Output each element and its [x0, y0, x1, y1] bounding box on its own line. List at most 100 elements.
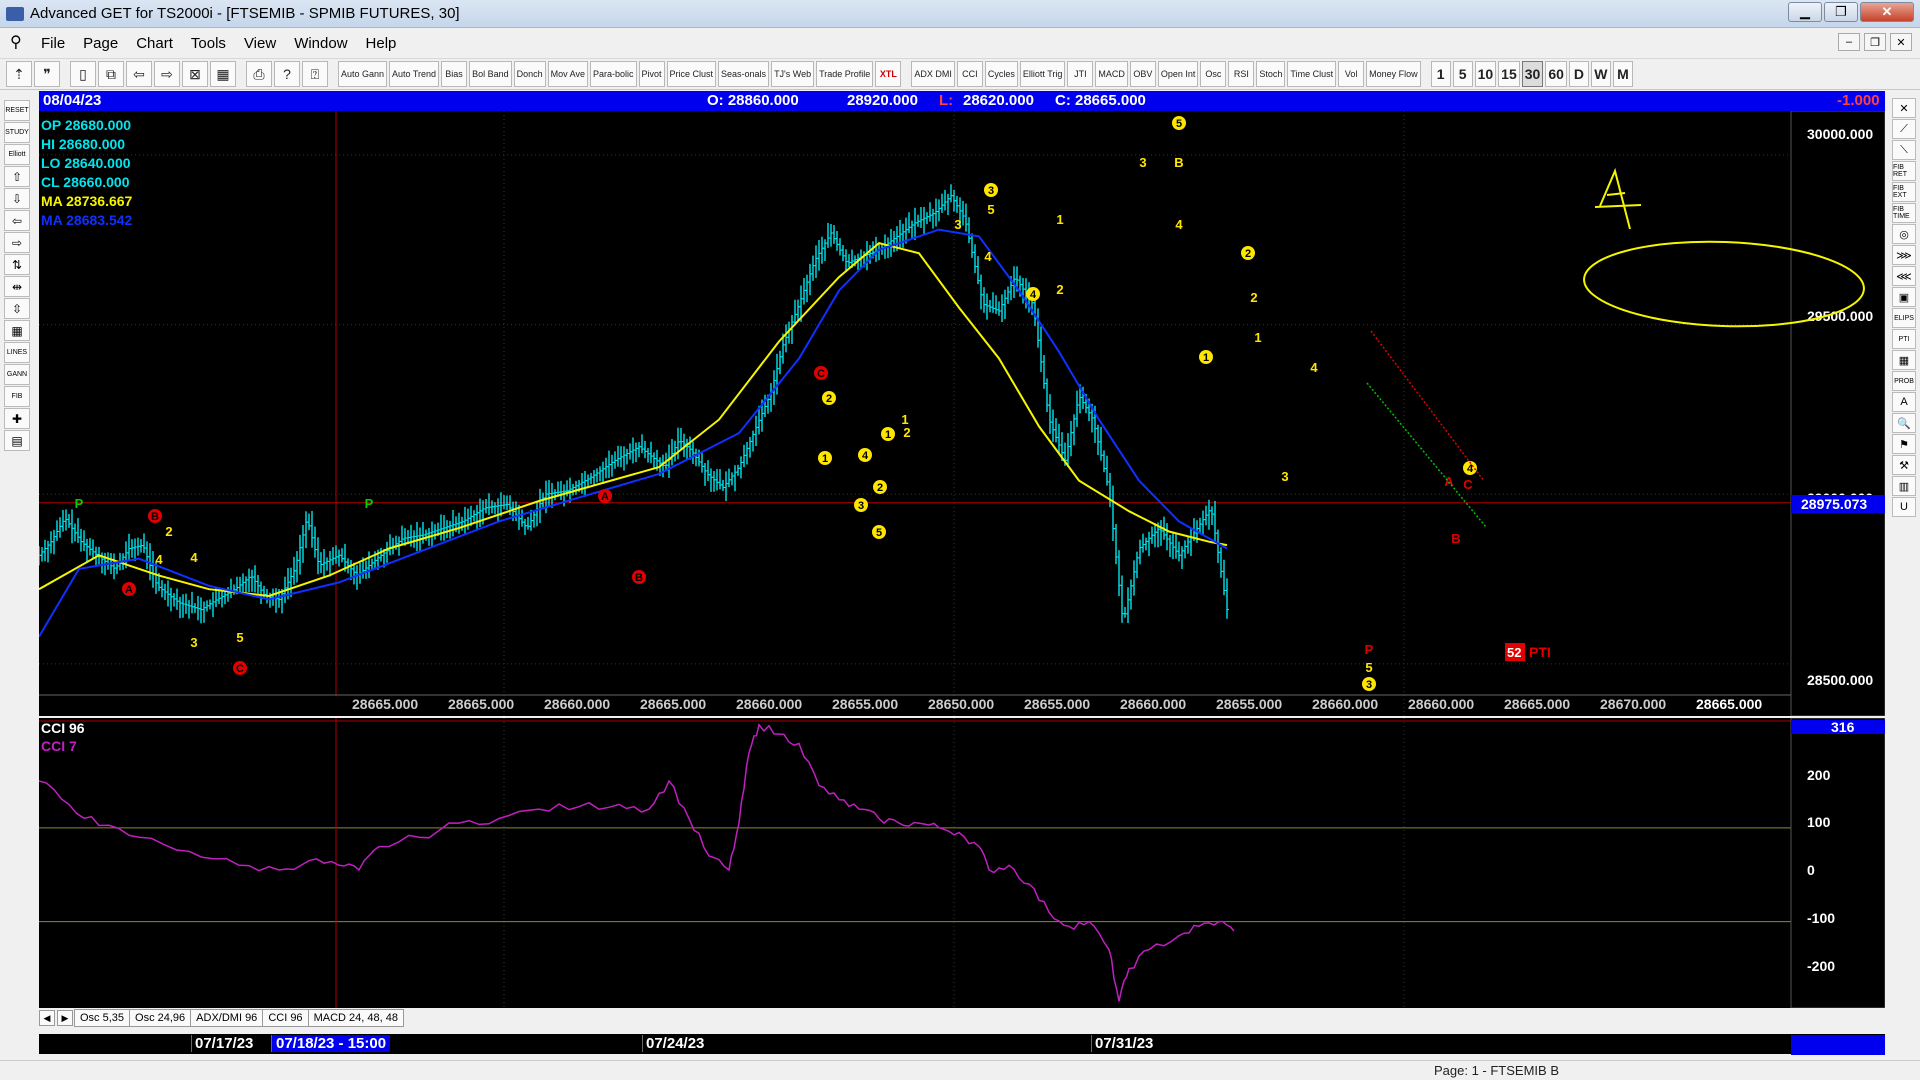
cci-panel[interactable]: CCI 96 CCI 7 316 200 100 0 -100 -200 — [39, 718, 1885, 1008]
period-1[interactable]: 1 — [1430, 61, 1451, 87]
tab-next-arrow-icon[interactable]: ▶ — [57, 1010, 73, 1026]
tab-adx-dmi[interactable]: ADX/DMI 96 — [190, 1009, 264, 1027]
right-tool-12[interactable]: ▦ — [1892, 350, 1916, 370]
study-bol-band[interactable]: Bol Band — [469, 61, 512, 87]
study-bias[interactable]: Bias — [441, 61, 468, 87]
left-tool-13[interactable]: FIB — [4, 386, 30, 407]
right-tool-1[interactable]: ⟋ — [1892, 119, 1916, 139]
osc-cycles[interactable]: Cycles — [984, 61, 1018, 87]
mdi-close-button[interactable]: ✕ — [1890, 33, 1912, 51]
osc-time-clust[interactable]: Time Clust — [1287, 61, 1337, 87]
tab-prev-arrow-icon[interactable]: ◀ — [39, 1010, 55, 1026]
back-icon[interactable]: ⇦ — [126, 61, 152, 87]
menu-chart[interactable]: Chart — [127, 35, 182, 52]
left-tool-8[interactable]: ⇹ — [4, 276, 30, 297]
osc-cci[interactable]: CCI — [956, 61, 983, 87]
left-tool-4[interactable]: ⇩ — [4, 188, 30, 209]
right-tool-9[interactable]: ▣ — [1892, 287, 1916, 307]
osc-rsi[interactable]: RSI — [1228, 61, 1255, 87]
osc-adx-dmi[interactable]: ADX DMI — [911, 61, 955, 87]
osc-jti[interactable]: JTI — [1067, 61, 1094, 87]
osc-osc[interactable]: Osc — [1200, 61, 1227, 87]
right-tool-16[interactable]: ⚑ — [1892, 434, 1916, 454]
copy-icon[interactable]: ⧉ — [98, 61, 124, 87]
study-xtl[interactable]: XTL — [875, 61, 902, 87]
osc-stoch[interactable]: Stoch — [1256, 61, 1286, 87]
menu-tools[interactable]: Tools — [182, 35, 235, 52]
restore-button[interactable]: ❐ — [1824, 2, 1858, 22]
study-pivot[interactable]: Pivot — [638, 61, 665, 87]
right-tool-10[interactable]: ELIPS — [1892, 308, 1916, 328]
right-tool-15[interactable]: 🔍 — [1892, 413, 1916, 433]
right-tool-4[interactable]: FIB EXT — [1892, 182, 1916, 202]
period-30[interactable]: 30 — [1521, 61, 1544, 87]
right-tool-0[interactable]: ✕ — [1892, 98, 1916, 118]
left-tool-11[interactable]: LINES — [4, 342, 30, 363]
menu-window[interactable]: Window — [285, 35, 356, 52]
osc-open-int[interactable]: Open Int — [1157, 61, 1199, 87]
study-auto-gann[interactable]: Auto Gann — [338, 61, 388, 87]
help-icon[interactable]: ? — [274, 61, 300, 87]
study-price-clust[interactable]: Price Clust — [666, 61, 717, 87]
menu-page[interactable]: Page — [74, 35, 127, 52]
pointer-icon[interactable]: ⇡ — [6, 61, 32, 87]
study-parabolic[interactable]: Para-bolic — [589, 61, 637, 87]
osc-elliott-trig[interactable]: Elliott Trig — [1019, 61, 1066, 87]
osc-obv[interactable]: OBV — [1129, 61, 1156, 87]
close-button[interactable]: ✕ — [1860, 2, 1914, 22]
left-tool-15[interactable]: ▤ — [4, 430, 30, 451]
right-tool-6[interactable]: ◎ — [1892, 224, 1916, 244]
left-tool-3[interactable]: ⇧ — [4, 166, 30, 187]
delete-icon[interactable]: ⊠ — [182, 61, 208, 87]
right-tool-8[interactable]: ⋘ — [1892, 266, 1916, 286]
study-trade-profile[interactable]: Trade Profile — [816, 61, 874, 87]
period-5[interactable]: 5 — [1452, 61, 1473, 87]
right-tool-2[interactable]: ⟍ — [1892, 140, 1916, 160]
right-tool-11[interactable]: PTI — [1892, 329, 1916, 349]
left-tool-9[interactable]: ⇳ — [4, 298, 30, 319]
document-icon[interactable]: ⚲ — [10, 35, 26, 51]
menu-file[interactable]: File — [32, 35, 74, 52]
period-15[interactable]: 15 — [1498, 61, 1520, 87]
tab-macd[interactable]: MACD 24, 48, 48 — [307, 1009, 404, 1027]
print-icon[interactable]: ⎙ — [246, 61, 272, 87]
left-tool-7[interactable]: ⇅ — [4, 254, 30, 275]
forward-icon[interactable]: ⇨ — [154, 61, 180, 87]
grid-icon[interactable]: ▦ — [210, 61, 236, 87]
left-tool-1[interactable]: STUDY — [4, 122, 30, 143]
left-tool-6[interactable]: ⇨ — [4, 232, 30, 253]
right-tool-5[interactable]: FIB TIME — [1892, 203, 1916, 223]
left-tool-2[interactable]: Elliott — [4, 144, 30, 165]
osc-money-flow[interactable]: Money Flow — [1366, 61, 1421, 87]
right-tool-19[interactable]: U — [1892, 497, 1916, 517]
left-tool-5[interactable]: ⇦ — [4, 210, 30, 231]
right-tool-13[interactable]: PROB — [1892, 371, 1916, 391]
tab-osc-5-35[interactable]: Osc 5,35 — [74, 1009, 131, 1027]
menu-help[interactable]: Help — [357, 35, 406, 52]
minimize-button[interactable]: ▁ — [1788, 2, 1822, 22]
period-d[interactable]: D — [1568, 61, 1589, 87]
period-m[interactable]: M — [1612, 61, 1633, 87]
right-tool-3[interactable]: FIB RET — [1892, 161, 1916, 181]
right-tool-7[interactable]: ⋙ — [1892, 245, 1916, 265]
mdi-restore-button[interactable]: ❐ — [1864, 33, 1886, 51]
study-tjs-web[interactable]: TJ's Web — [771, 61, 815, 87]
quote-icon[interactable]: ❞ — [34, 61, 60, 87]
study-seasonals[interactable]: Seas-onals — [718, 61, 770, 87]
study-auto-trend[interactable]: Auto Trend — [389, 61, 440, 87]
osc-vol[interactable]: Vol — [1338, 61, 1365, 87]
period-w[interactable]: W — [1590, 61, 1611, 87]
left-tool-12[interactable]: GANN — [4, 364, 30, 385]
study-donch[interactable]: Donch — [513, 61, 546, 87]
study-mov-ave[interactable]: Mov Ave — [547, 61, 588, 87]
right-tool-18[interactable]: ▥ — [1892, 476, 1916, 496]
mdi-minimize-button[interactable]: ‒ — [1838, 33, 1860, 51]
tab-osc-24-96[interactable]: Osc 24,96 — [129, 1009, 192, 1027]
price-chart[interactable]: PB2A4 43 5CP ABC21 4321 21535344 2153 B4122143P… — [39, 111, 1885, 716]
tab-cci-96[interactable]: CCI 96 — [262, 1009, 309, 1027]
right-tool-17[interactable]: ⚒ — [1892, 455, 1916, 475]
left-tool-14[interactable]: ✚ — [4, 408, 30, 429]
period-60[interactable]: 60 — [1545, 61, 1567, 87]
new-page-icon[interactable]: ▯ — [70, 61, 96, 87]
left-tool-10[interactable]: ▦ — [4, 320, 30, 341]
